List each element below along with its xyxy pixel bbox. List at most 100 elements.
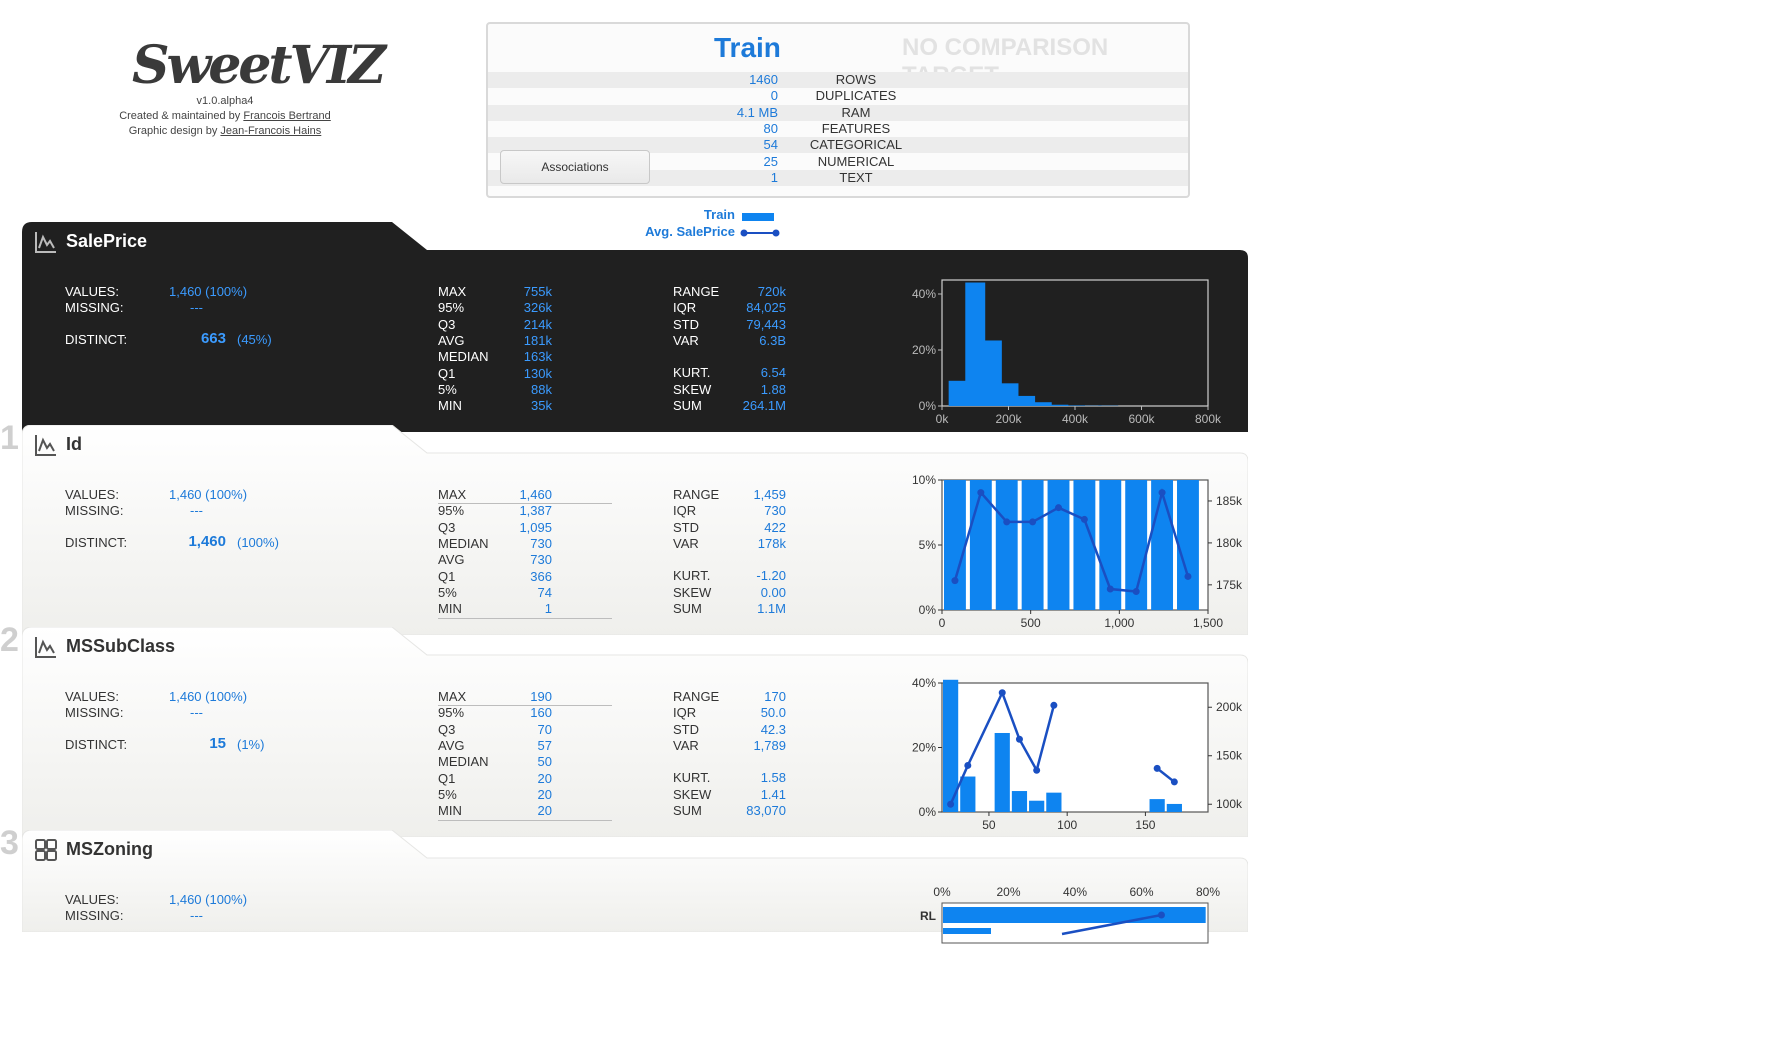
avg-saleprice-point[interactable] xyxy=(951,577,958,584)
values-value: 1,460 (100%) xyxy=(169,284,247,300)
histogram-bar[interactable] xyxy=(1022,480,1044,610)
plot-frame xyxy=(942,683,1208,812)
summary-label: FEATURES xyxy=(776,121,936,137)
x-tick-label: 400k xyxy=(1062,412,1089,426)
stat-value: 1.58 xyxy=(712,770,786,786)
summary-row: 4.1 MBRAM xyxy=(488,105,1188,121)
histogram-bar[interactable] xyxy=(1177,480,1199,610)
quantile-divider xyxy=(438,820,612,821)
version-label: v1.0.alpha4 xyxy=(100,95,350,107)
avg-saleprice-point[interactable] xyxy=(1033,767,1040,774)
y-tick-label: 10% xyxy=(912,473,936,487)
avg-saleprice-point[interactable] xyxy=(964,762,971,769)
missing-label: MISSING: xyxy=(65,908,124,924)
avg-saleprice-point[interactable] xyxy=(1055,504,1062,511)
stat-value: 730 xyxy=(712,503,786,519)
histogram-bar[interactable] xyxy=(1012,791,1027,812)
histogram-bar[interactable] xyxy=(1150,799,1165,812)
avg-saleprice-point[interactable] xyxy=(1081,516,1088,523)
summary-row: 80FEATURES xyxy=(488,121,1188,137)
quantile-label: MEDIAN xyxy=(438,536,489,552)
histogram-bar[interactable] xyxy=(960,777,975,812)
avg-saleprice-point[interactable] xyxy=(1171,778,1178,785)
quantile-label: 95% xyxy=(438,705,464,721)
values-label: VALUES: xyxy=(65,284,119,300)
quantile-value: 730 xyxy=(482,552,552,568)
quantile-label: Q1 xyxy=(438,771,455,787)
summary-label: TEXT xyxy=(776,170,936,186)
quantile-value: 190 xyxy=(482,689,552,705)
histogram-bar[interactable] xyxy=(944,480,966,610)
missing-label: MISSING: xyxy=(65,300,124,316)
distinct-label: DISTINCT: xyxy=(65,535,127,551)
avg-saleprice-point[interactable] xyxy=(1050,702,1057,709)
histogram-bar[interactable] xyxy=(1073,480,1095,610)
avg-saleprice-point[interactable] xyxy=(1184,573,1191,580)
quantile-value: 1,095 xyxy=(482,520,552,536)
histogram-bar[interactable] xyxy=(996,480,1018,610)
x-tick-label: 600k xyxy=(1128,412,1155,426)
distinct-percent: (100%) xyxy=(237,535,279,551)
quantile-label: Q3 xyxy=(438,317,455,333)
values-label: VALUES: xyxy=(65,892,119,908)
summary-value: 4.1 MB xyxy=(737,105,778,121)
avg-saleprice-point[interactable] xyxy=(1154,765,1161,772)
quantile-value: 70 xyxy=(482,722,552,738)
avg-saleprice-point[interactable] xyxy=(1133,588,1140,595)
feature-block-mssubclass[interactable]: 2MSSubClassVALUES:1,460 (100%)MISSING:--… xyxy=(22,627,1248,837)
quantile-value: 88k xyxy=(482,382,552,398)
category-label: RL xyxy=(920,909,936,923)
stat-label: KURT. xyxy=(673,770,710,786)
quantile-value: 730 xyxy=(482,536,552,552)
histogram-bar[interactable] xyxy=(1167,804,1182,812)
feature-block-saleprice[interactable]: SalePriceVALUES:1,460 (100%)MISSING:---D… xyxy=(22,222,1248,432)
histogram-chart[interactable]: 0%20%40%0k200k400k600k800k xyxy=(872,248,1232,418)
avg-saleprice-point[interactable] xyxy=(1029,518,1036,525)
quantile-value: 326k xyxy=(482,300,552,316)
avg-saleprice-point[interactable] xyxy=(1107,586,1114,593)
stat-label: IQR xyxy=(673,503,696,519)
histogram-bar[interactable] xyxy=(1048,480,1070,610)
quantile-label: 95% xyxy=(438,300,464,316)
stat-value: 42.3 xyxy=(712,722,786,738)
stat-value: 1.41 xyxy=(712,787,786,803)
avg-saleprice-point[interactable] xyxy=(999,689,1006,696)
author-link[interactable]: Francois Bertrand xyxy=(243,110,330,122)
histogram-bar[interactable] xyxy=(1151,480,1173,610)
histogram-bar[interactable] xyxy=(1046,793,1061,812)
histogram-chart[interactable]: 0%5%10%05001,0001,500175k180k185k xyxy=(872,451,1232,621)
avg-saleprice-point[interactable] xyxy=(1158,912,1165,919)
avg-saleprice-point[interactable] xyxy=(1159,489,1166,496)
stat-label: IQR xyxy=(673,705,696,721)
category-bar[interactable] xyxy=(943,928,991,934)
feature-block-mszoning[interactable]: 3MSZoningVALUES:1,460 (100%)MISSING:---0… xyxy=(22,830,1248,932)
histogram-chart[interactable]: 0%20%40%50100150100k150k200k xyxy=(872,653,1232,823)
histogram-bar[interactable] xyxy=(995,733,1010,812)
quantile-value: 1 xyxy=(482,601,552,617)
histogram-bar[interactable] xyxy=(1029,801,1044,812)
sweetviz-logo: SweetVIZ xyxy=(132,40,383,92)
quantile-value: 163k xyxy=(482,349,552,365)
quantile-label: Q1 xyxy=(438,569,455,585)
values-label: VALUES: xyxy=(65,487,119,503)
x-tick-label: 20% xyxy=(996,885,1020,899)
designer-link[interactable]: Jean-Francois Hains xyxy=(220,125,321,137)
stat-value: 84,025 xyxy=(712,300,786,316)
associations-button[interactable]: Associations xyxy=(500,150,650,184)
design-by-line: Graphic design by Jean-Francois Hains xyxy=(100,125,350,137)
feature-block-id[interactable]: 1IdVALUES:1,460 (100%)MISSING:---DISTINC… xyxy=(22,425,1248,635)
avg-saleprice-point[interactable] xyxy=(1003,518,1010,525)
avg-saleprice-point[interactable] xyxy=(977,489,984,496)
values-label: VALUES: xyxy=(65,689,119,705)
y-tick-label: 0% xyxy=(919,603,937,617)
quantile-label: MEDIAN xyxy=(438,754,489,770)
quantile-label: MAX xyxy=(438,487,466,503)
stat-label: SUM xyxy=(673,803,702,819)
x-tick-label: 40% xyxy=(1063,885,1087,899)
category-bar-chart[interactable]: 0%20%40%60%80%RL xyxy=(872,830,1232,932)
avg-saleprice-point[interactable] xyxy=(947,801,954,808)
y2-tick-label: 185k xyxy=(1216,494,1243,508)
summary-label: DUPLICATES xyxy=(776,88,936,104)
category-bar[interactable] xyxy=(943,907,1206,923)
avg-saleprice-point[interactable] xyxy=(1016,736,1023,743)
